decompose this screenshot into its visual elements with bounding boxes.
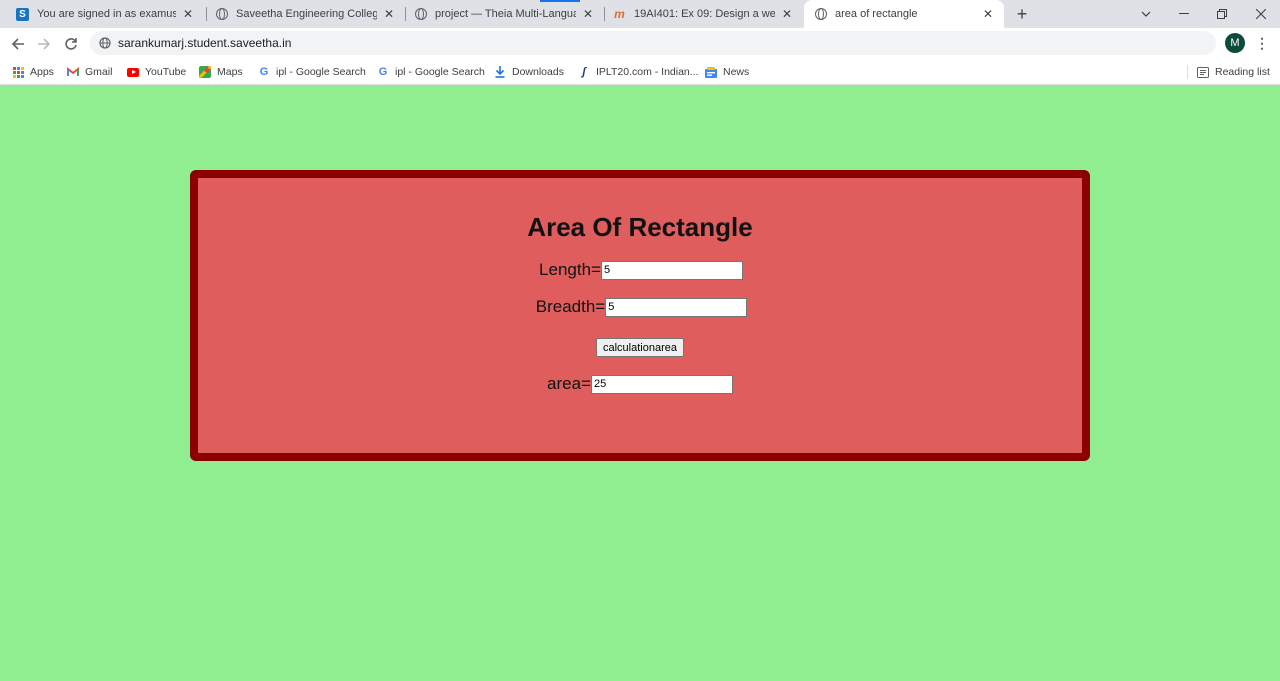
bookmark-ipl-search-1[interactable]: G ipl - Google Search xyxy=(258,64,366,80)
reading-list-icon xyxy=(1197,66,1209,78)
bookmark-iplt20[interactable]: ʃ IPLT20.com - Indian... xyxy=(578,64,699,80)
length-label: Length= xyxy=(539,260,601,279)
site-info-icon[interactable] xyxy=(98,36,112,50)
bookmark-label: ipl - Google Search xyxy=(395,66,485,78)
minimize-icon[interactable] xyxy=(1165,0,1203,28)
bookmark-label: Maps xyxy=(217,66,243,78)
url-text: sarankumarj.student.saveetha.in xyxy=(118,36,292,50)
new-tab-button[interactable]: + xyxy=(1012,4,1032,24)
button-row: calculationarea xyxy=(198,338,1082,357)
bookmarks-divider xyxy=(1187,65,1188,79)
page-viewport: Area Of Rectangle Length= Breadth= calcu… xyxy=(0,86,1280,681)
rectangle-calculator-card: Area Of Rectangle Length= Breadth= calcu… xyxy=(190,170,1090,461)
gmail-icon xyxy=(67,66,79,78)
tab-theia[interactable]: project — Theia Multi-Language ✕ xyxy=(406,0,604,28)
bookmark-label: IPLT20.com - Indian... xyxy=(596,66,699,78)
address-bar[interactable]: sarankumarj.student.saveetha.in xyxy=(90,31,1216,55)
browser-toolbar: sarankumarj.student.saveetha.in M ⋮ xyxy=(0,28,1280,59)
back-arrow-icon[interactable] xyxy=(6,32,30,56)
bookmark-youtube[interactable]: YouTube xyxy=(127,64,186,80)
globe-icon xyxy=(215,8,228,21)
bookmark-news[interactable]: News xyxy=(705,64,749,80)
youtube-icon xyxy=(127,66,139,78)
bookmark-label: Gmail xyxy=(85,66,113,78)
breadth-label: Breadth= xyxy=(535,297,606,316)
breadth-input[interactable] xyxy=(605,297,748,317)
reading-list-label: Reading list xyxy=(1215,66,1270,78)
bookmark-label: News xyxy=(723,66,750,78)
download-icon xyxy=(494,66,506,78)
bookmark-ipl-search-2[interactable]: G ipl - Google Search xyxy=(377,64,485,80)
profile-avatar[interactable]: M xyxy=(1225,33,1245,53)
apps-grid-icon xyxy=(12,66,24,78)
area-output[interactable] xyxy=(590,374,733,394)
iplt20-icon: ʃ xyxy=(582,66,586,78)
reading-list-button[interactable]: Reading list xyxy=(1197,64,1270,80)
bookmark-label: ipl - Google Search xyxy=(276,66,366,78)
tab-title: area of rectangle xyxy=(835,8,918,20)
tab-moodle-exercise[interactable]: m 19AI401: Ex 09: Design a website ✕ xyxy=(605,0,803,28)
tab-signed-in[interactable]: S You are signed in as examuser14 ✕ xyxy=(8,0,204,28)
globe-icon xyxy=(814,8,827,21)
bookmark-maps[interactable]: Maps xyxy=(199,64,243,80)
tab-title: Saveetha Engineering College xyxy=(236,8,377,20)
close-window-icon[interactable] xyxy=(1242,0,1280,28)
area-label: area= xyxy=(547,374,591,393)
bookmark-label: Apps xyxy=(30,66,54,78)
close-icon[interactable]: ✕ xyxy=(980,6,996,22)
moodle-icon: m xyxy=(614,7,625,21)
more-menu-icon[interactable]: ⋮ xyxy=(1252,32,1272,54)
length-row: Length= xyxy=(198,260,1082,280)
breadth-row: Breadth= xyxy=(198,297,1082,317)
restore-icon[interactable] xyxy=(1203,0,1241,28)
bookmark-downloads[interactable]: Downloads xyxy=(494,64,564,80)
globe-icon xyxy=(414,8,427,21)
tab-search-icon[interactable] xyxy=(1127,0,1165,28)
bookmarks-bar: Apps Gmail YouTube Maps G ipl - Google S… xyxy=(0,59,1280,85)
bookmark-apps[interactable]: Apps xyxy=(12,64,54,80)
google-icon: G xyxy=(259,66,269,78)
s-icon: S xyxy=(16,7,29,21)
reload-icon[interactable] xyxy=(59,32,83,56)
tab-area-of-rectangle[interactable]: area of rectangle ✕ xyxy=(804,0,1004,28)
close-icon[interactable]: ✕ xyxy=(180,6,196,22)
maps-icon xyxy=(199,66,211,78)
page-heading: Area Of Rectangle xyxy=(527,212,753,242)
forward-arrow-icon[interactable] xyxy=(32,32,56,56)
tab-title: 19AI401: Ex 09: Design a website xyxy=(634,8,775,20)
bookmark-label: YouTube xyxy=(145,66,187,78)
bookmark-gmail[interactable]: Gmail xyxy=(67,64,112,80)
bookmark-label: Downloads xyxy=(512,66,564,78)
close-icon[interactable]: ✕ xyxy=(381,6,397,22)
tab-title: project — Theia Multi-Language xyxy=(435,8,576,20)
tab-strip: S You are signed in as examuser14 ✕ Save… xyxy=(0,0,1280,28)
close-icon[interactable]: ✕ xyxy=(779,6,795,22)
length-input[interactable] xyxy=(600,260,743,280)
news-icon xyxy=(705,66,717,78)
tab-saveetha[interactable]: Saveetha Engineering College ✕ xyxy=(207,0,405,28)
google-icon: G xyxy=(378,66,388,78)
area-row: area= xyxy=(198,374,1082,394)
calculate-area-button[interactable]: calculationarea xyxy=(596,338,684,357)
close-icon[interactable]: ✕ xyxy=(580,6,596,22)
tab-title: You are signed in as examuser14 xyxy=(37,8,176,20)
